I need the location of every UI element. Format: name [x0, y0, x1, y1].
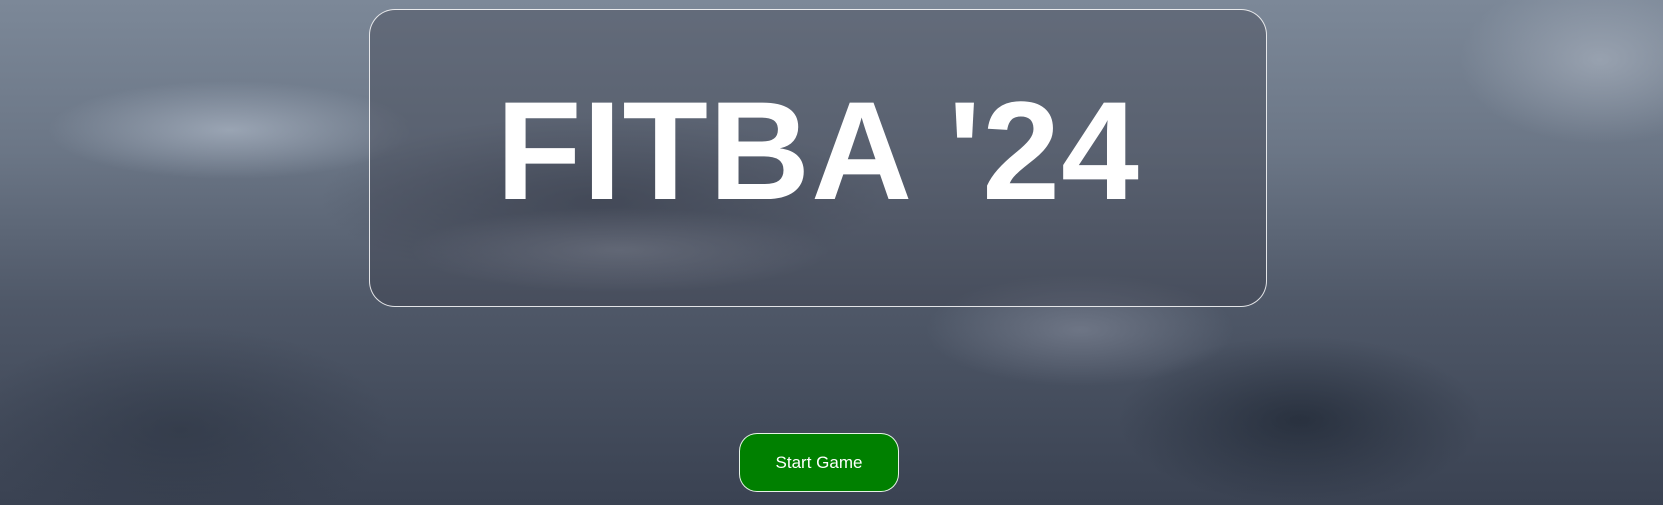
start-game-button[interactable]: Start Game [739, 433, 899, 492]
game-title: FITBA '24 [496, 72, 1140, 229]
title-panel: FITBA '24 [369, 9, 1267, 307]
